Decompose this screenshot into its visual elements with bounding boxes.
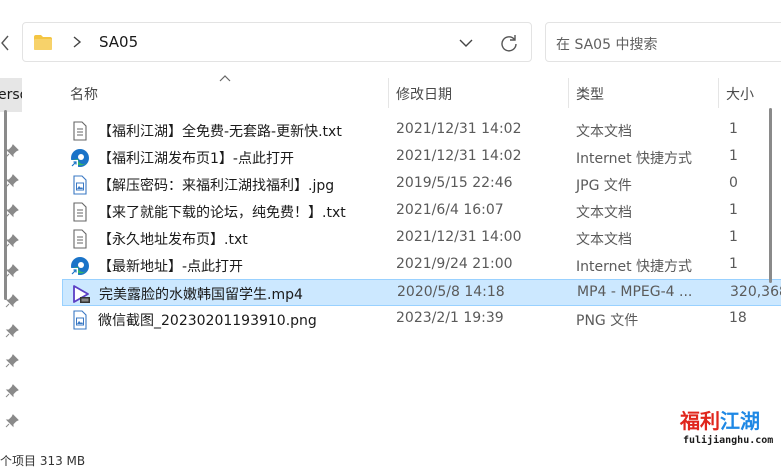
file-type: 文本文档: [576, 124, 632, 140]
file-date: 2019/5/15 22:46: [396, 175, 513, 191]
text-file-icon: [73, 202, 87, 222]
column-header-size[interactable]: 大小: [726, 84, 754, 104]
file-size: 1: [729, 148, 738, 164]
file-name: 【福利江湖】全免费-无套路-更新快.txt: [98, 124, 342, 140]
file-name: 【福利江湖发布页1】-点此打开: [98, 151, 294, 167]
watermark-part2: 江湖: [720, 409, 760, 433]
file-date: 2021/12/31 14:02: [396, 121, 522, 137]
watermark-part1: 福利: [680, 409, 720, 433]
search-input[interactable]: 在 SA05 中搜索: [545, 22, 781, 62]
file-row[interactable]: 【永久地址发布页】.txt 2021/12/31 14:00 文本文档 1: [62, 225, 781, 252]
file-size: 320,368: [730, 284, 781, 300]
refresh-icon[interactable]: [499, 33, 519, 53]
file-name: 完美露脸的水嫩韩国留学生.mp4: [99, 287, 303, 303]
watermark-title: 福利江湖: [680, 405, 760, 434]
file-date: 2023/2/1 19:39: [396, 310, 504, 326]
edge-shortcut-icon: [71, 257, 89, 275]
file-name: 微信截图_20230201193910.png: [98, 313, 317, 329]
file-date: 2020/5/8 14:18: [397, 284, 505, 300]
column-divider[interactable]: [718, 78, 719, 108]
pin-icon[interactable]: [5, 234, 19, 248]
file-name: 【永久地址发布页】.txt: [98, 232, 248, 248]
video-file-icon: [73, 285, 90, 303]
file-size: 1: [729, 229, 738, 245]
file-size: 1: [729, 256, 738, 272]
pin-icon[interactable]: [5, 354, 19, 368]
pin-icon[interactable]: [5, 324, 19, 338]
file-row[interactable]: 微信截图_20230201193910.png 2023/2/1 19:39 P…: [62, 306, 781, 333]
file-type: Internet 快捷方式: [576, 259, 693, 275]
file-date: 2021/9/24 21:00: [396, 256, 513, 272]
file-type: PNG 文件: [576, 313, 639, 329]
status-bar-text: 个项目 313 MB: [0, 454, 86, 468]
file-type: MP4 - MPEG-4 ...: [577, 284, 693, 300]
column-divider[interactable]: [388, 78, 389, 108]
file-date: 2021/6/4 16:07: [396, 202, 504, 218]
edge-shortcut-icon: [71, 149, 89, 167]
file-type: 文本文档: [576, 205, 632, 221]
pin-icon[interactable]: [5, 144, 19, 158]
file-date: 2021/12/31 14:02: [396, 148, 522, 164]
file-size: 1: [729, 202, 738, 218]
file-name: 【最新地址】-点此打开: [98, 259, 244, 275]
file-row[interactable]: 【福利江湖发布页1】-点此打开 2021/12/31 14:02 Interne…: [62, 144, 781, 171]
file-date: 2021/12/31 14:00: [396, 229, 522, 245]
pin-icon[interactable]: [5, 414, 19, 428]
pin-icon[interactable]: [5, 264, 19, 278]
file-row[interactable]: 【最新地址】-点此打开 2021/9/24 21:00 Internet 快捷方…: [62, 252, 781, 279]
pin-icon[interactable]: [5, 174, 19, 188]
search-placeholder: 在 SA05 中搜索: [556, 37, 658, 53]
column-header-date[interactable]: 修改日期: [396, 84, 452, 104]
folder-icon: [34, 35, 52, 50]
file-size: 0: [729, 175, 738, 191]
file-type: Internet 快捷方式: [576, 151, 693, 167]
toolbar: SA05 在 SA05 中搜索: [0, 0, 781, 74]
column-divider[interactable]: [568, 78, 569, 108]
column-header-type[interactable]: 类型: [576, 84, 604, 104]
file-size: 18: [729, 310, 747, 326]
watermark-site: fulijianghu.com: [683, 435, 774, 446]
image-file-icon: [73, 175, 87, 195]
address-bar[interactable]: SA05: [22, 22, 532, 62]
chevron-down-icon[interactable]: [457, 35, 475, 51]
file-row[interactable]: 【福利江湖】全免费-无套路-更新快.txt 2021/12/31 14:02 文…: [62, 117, 781, 144]
file-row[interactable]: 【来了就能下载的论坛，纯免费！】.txt 2021/6/4 16:07 文本文档…: [62, 198, 781, 225]
file-row[interactable]: 【解压密码：来福利江湖找福利】.jpg 2019/5/15 22:46 JPG …: [62, 171, 781, 198]
pin-icon[interactable]: [5, 384, 19, 398]
back-arrow-icon[interactable]: [0, 33, 10, 53]
file-name: 【来了就能下载的论坛，纯免费！】.txt: [98, 205, 346, 221]
file-size: 1: [729, 121, 738, 137]
file-list-scrollbar[interactable]: [769, 108, 772, 283]
sort-up-icon: [219, 75, 231, 82]
file-row-selected[interactable]: 完美露脸的水嫩韩国留学生.mp4 2020/5/8 14:18 MP4 - MP…: [62, 279, 781, 306]
file-type: JPG 文件: [576, 178, 632, 194]
watermark-logo: 福利江湖 fulijianghu.com: [680, 405, 781, 457]
column-header-name[interactable]: 名称: [70, 84, 98, 104]
pin-icon[interactable]: [5, 294, 19, 308]
image-file-icon: [73, 310, 87, 330]
address-path[interactable]: SA05: [99, 33, 138, 51]
text-file-icon: [73, 229, 87, 249]
nav-item-selected[interactable]: erso: [0, 78, 22, 112]
chevron-right-icon[interactable]: [70, 34, 84, 50]
file-type: 文本文档: [576, 232, 632, 248]
text-file-icon: [73, 121, 87, 141]
file-name: 【解压密码：来福利江湖找福利】.jpg: [98, 178, 335, 194]
nav-item-label: erso: [0, 87, 22, 103]
pin-icon[interactable]: [5, 204, 19, 218]
